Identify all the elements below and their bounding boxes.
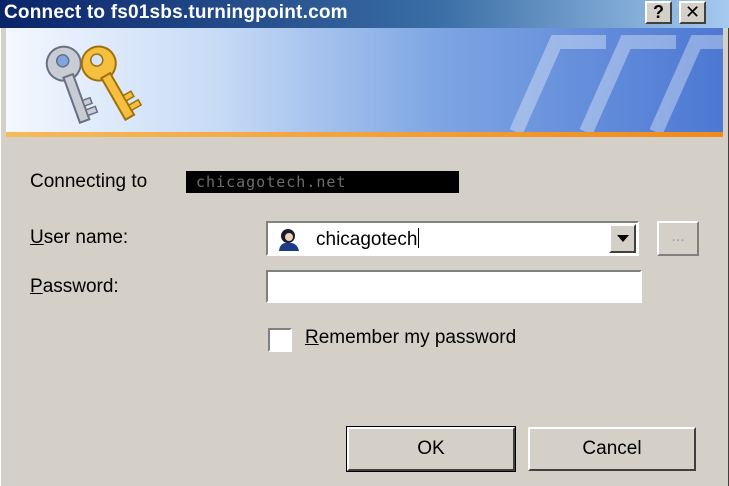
banner-stripe [6, 132, 723, 137]
user-icon [277, 227, 301, 251]
title-bar[interactable]: Connect to fs01sbs.turningpoint.com ? ✕ [0, 0, 729, 28]
remember-password-checkbox[interactable] [268, 328, 292, 352]
password-label: Password: [30, 276, 119, 298]
username-label-text: ser name: [43, 227, 129, 248]
text-caret [418, 228, 420, 248]
remember-accel: R [305, 327, 319, 348]
password-label-text: assword: [42, 276, 119, 297]
username-combobox[interactable]: chicagotech [266, 221, 639, 256]
remember-label-text: emember my password [318, 327, 517, 348]
chevron-down-icon [616, 234, 629, 242]
connecting-label: Connecting to [30, 171, 148, 192]
browse-users-button[interactable]: ... [657, 221, 699, 256]
watermark-icon [509, 35, 723, 132]
username-accel: U [30, 227, 44, 248]
server-name-redacted: chicagotech.net [186, 171, 459, 193]
username-label: User name: [30, 227, 128, 249]
window-title: Connect to fs01sbs.turningpoint.com [4, 2, 348, 23]
cancel-button[interactable]: Cancel [528, 427, 696, 471]
username-dropdown-button[interactable] [609, 224, 636, 253]
help-button[interactable]: ? [645, 1, 672, 24]
password-accel: P [30, 276, 43, 297]
banner [6, 28, 723, 132]
remember-password-label[interactable]: Remember my password [305, 327, 516, 349]
ok-button[interactable]: OK [346, 426, 516, 472]
window-frame-right [723, 28, 729, 486]
keys-icon [45, 45, 143, 124]
username-value[interactable]: chicagotech [316, 228, 420, 251]
password-input[interactable] [266, 270, 642, 303]
close-button[interactable]: ✕ [679, 1, 706, 24]
